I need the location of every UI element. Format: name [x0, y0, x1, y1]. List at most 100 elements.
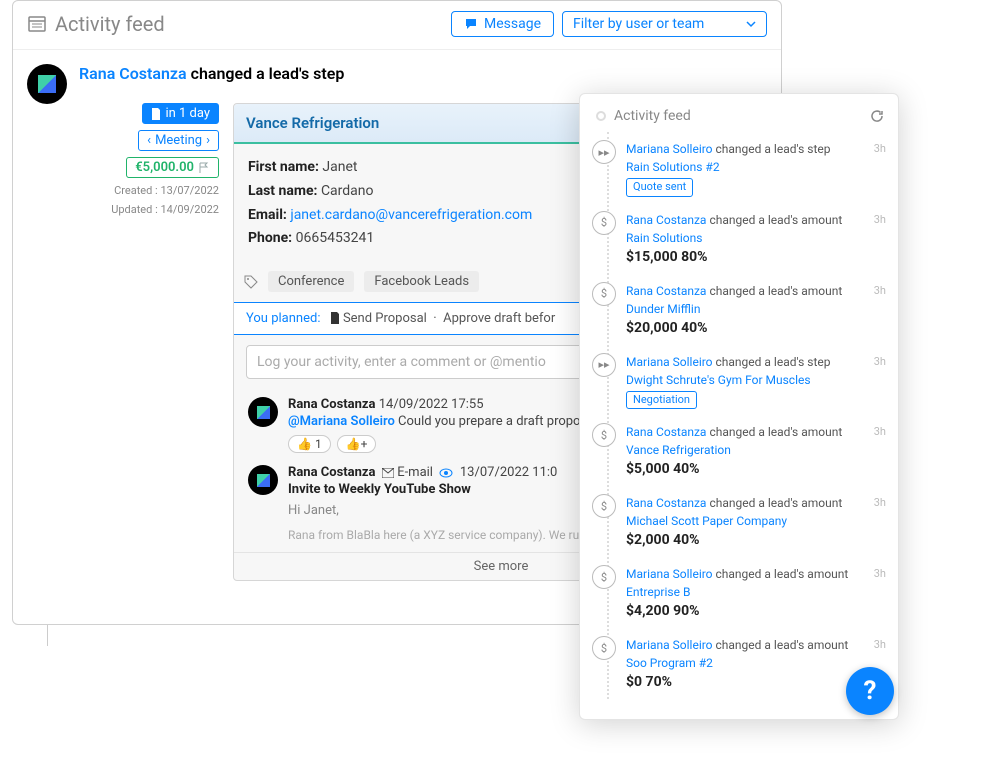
- tag-chip[interactable]: Conference: [268, 271, 354, 292]
- message-button-label: Message: [484, 16, 541, 32]
- event-action: changed a lead's step: [191, 64, 345, 83]
- avatar[interactable]: [27, 64, 67, 104]
- amount-text: $15,000 80%: [626, 247, 874, 268]
- dollar-icon: $: [592, 636, 616, 660]
- side-user-link[interactable]: Rana Costanza: [626, 284, 706, 298]
- created-text: Created : 13/07/2022: [114, 184, 219, 197]
- avatar[interactable]: [248, 397, 278, 427]
- add-reaction-button[interactable]: 👍+: [337, 435, 377, 453]
- side-feed-item[interactable]: $ Mariana Solleiro changed a lead's amou…: [580, 632, 898, 703]
- side-lead-link[interactable]: Soo Program #2: [626, 656, 713, 670]
- amount-text: $2,000 40%: [626, 530, 874, 551]
- side-lead-link[interactable]: Entreprise B: [626, 585, 690, 599]
- side-user-link[interactable]: Rana Costanza: [626, 496, 706, 510]
- amount-text: €5,000.00: [135, 160, 194, 175]
- doc-icon: [330, 312, 340, 324]
- side-user-link[interactable]: Mariana Solleiro: [626, 638, 713, 652]
- first-name: Janet: [322, 159, 357, 175]
- side-action: changed a lead's amount: [716, 567, 849, 581]
- side-action: changed a lead's amount: [716, 638, 849, 652]
- comment-author[interactable]: Rana Costanza: [288, 397, 376, 412]
- side-action: changed a lead's amount: [709, 425, 842, 439]
- side-action: changed a lead's amount: [709, 496, 842, 510]
- comment-author[interactable]: Rana Costanza: [288, 465, 376, 480]
- side-lead-link[interactable]: Dunder Mifflin: [626, 302, 700, 316]
- filter-label: Filter by user or team: [573, 16, 704, 32]
- side-time: 3h: [874, 423, 890, 438]
- side-user-link[interactable]: Mariana Solleiro: [626, 142, 713, 156]
- side-action: changed a lead's step: [716, 142, 831, 156]
- refresh-icon[interactable]: [870, 109, 884, 123]
- side-feed-item[interactable]: $ Rana Costanza changed a lead's amount …: [580, 490, 898, 561]
- step-icon: ▸▸: [592, 140, 616, 164]
- last-name: Cardano: [321, 183, 374, 199]
- email-lbl: Email:: [248, 207, 287, 223]
- page-title: Activity feed: [55, 12, 165, 36]
- avatar[interactable]: [248, 465, 278, 495]
- amount-pill[interactable]: €5,000.00: [126, 157, 219, 178]
- step-badge: Quote sent: [626, 178, 693, 197]
- email-link[interactable]: janet.cardano@vancerefrigeration.com: [290, 207, 532, 223]
- comment-text: Could you prepare a draft propos: [398, 414, 587, 429]
- side-action: changed a lead's amount: [709, 284, 842, 298]
- side-feed-item[interactable]: ▸▸ Mariana Solleiro changed a lead's ste…: [580, 349, 898, 420]
- due-pill[interactable]: in 1 day: [142, 103, 219, 124]
- side-time: 3h: [874, 494, 890, 509]
- amount-text: $4,200 90%: [626, 601, 874, 622]
- channel-label: E-mail: [397, 465, 433, 480]
- planned-item[interactable]: Send Proposal: [343, 311, 427, 326]
- side-lead-link[interactable]: Michael Scott Paper Company: [626, 514, 787, 528]
- stage-text: Meeting: [155, 133, 202, 148]
- flag-icon: [198, 162, 210, 174]
- updated-text: Updated : 14/09/2022: [111, 203, 219, 216]
- side-lead-link[interactable]: Dwight Schrute's Gym For Muscles: [626, 373, 811, 387]
- side-feed-item[interactable]: ▸▸ Mariana Solleiro changed a lead's ste…: [580, 136, 898, 207]
- amount-text: $5,000 40%: [626, 459, 874, 480]
- message-button[interactable]: Message: [451, 11, 554, 37]
- feed-icon: [27, 14, 47, 34]
- envelope-icon: [382, 468, 394, 478]
- side-lead-link[interactable]: Rain Solutions: [626, 231, 702, 245]
- main-header: Activity feed Message Filter by user or …: [13, 1, 781, 50]
- due-text: in 1 day: [165, 106, 210, 121]
- side-time: 3h: [874, 211, 890, 226]
- reaction-thumbs-up[interactable]: 👍 1: [288, 435, 331, 453]
- stage-pill[interactable]: ‹ Meeting ›: [138, 130, 219, 151]
- logo-icon: [257, 406, 270, 419]
- eye-icon: [439, 468, 453, 478]
- first-name-lbl: First name:: [248, 159, 319, 175]
- mention-link[interactable]: @Mariana Solleiro: [288, 414, 395, 429]
- dollar-icon: $: [592, 565, 616, 589]
- side-action: changed a lead's step: [716, 355, 831, 369]
- side-user-link[interactable]: Rana Costanza: [626, 425, 706, 439]
- amount-text: $0 70%: [626, 672, 874, 693]
- timeline-dot-icon: [596, 111, 606, 121]
- side-feed-item[interactable]: $ Rana Costanza changed a lead's amount …: [580, 207, 898, 278]
- side-lead-link[interactable]: Rain Solutions #2: [626, 160, 720, 174]
- side-action: changed a lead's amount: [709, 213, 842, 227]
- last-name-lbl: Last name:: [248, 183, 317, 199]
- step-icon: ▸▸: [592, 353, 616, 377]
- reaction-count: 1: [315, 437, 322, 451]
- lead-meta: in 1 day ‹ Meeting › €5,000.00 Created :…: [79, 103, 219, 581]
- side-user-link[interactable]: Mariana Solleiro: [626, 355, 713, 369]
- side-lead-link[interactable]: Vance Refrigeration: [626, 443, 731, 457]
- tag-chip[interactable]: Facebook Leads: [364, 271, 479, 292]
- dollar-icon: $: [592, 211, 616, 235]
- amount-text: $20,000 40%: [626, 318, 874, 339]
- side-feed-item[interactable]: $ Rana Costanza changed a lead's amount …: [580, 278, 898, 349]
- speech-icon: [464, 17, 478, 31]
- planned-item[interactable]: Approve draft befor: [443, 311, 555, 326]
- event-headline: Rana Costanza changed a lead's step: [79, 64, 781, 83]
- filter-select[interactable]: Filter by user or team: [562, 11, 767, 37]
- email-body-line: Hi Janet,: [288, 503, 579, 518]
- side-feed-item[interactable]: $ Mariana Solleiro changed a lead's amou…: [580, 561, 898, 632]
- chevron-left-icon: ‹: [147, 133, 151, 148]
- dollar-icon: $: [592, 423, 616, 447]
- side-user-link[interactable]: Mariana Solleiro: [626, 567, 713, 581]
- event-user-link[interactable]: Rana Costanza: [79, 64, 187, 83]
- side-feed-item[interactable]: $ Rana Costanza changed a lead's amount …: [580, 419, 898, 490]
- side-time: 3h: [874, 140, 890, 155]
- comment-time: 14/09/2022 17:55: [379, 397, 484, 412]
- side-user-link[interactable]: Rana Costanza: [626, 213, 706, 227]
